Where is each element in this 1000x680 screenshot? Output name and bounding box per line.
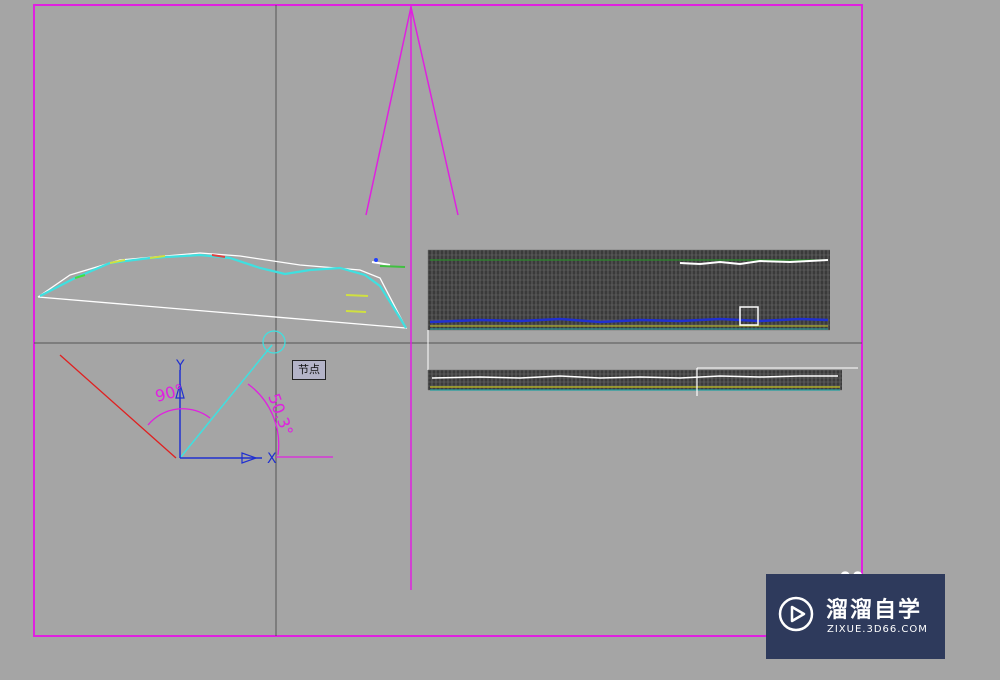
- cyan-rotation-line: [179, 344, 273, 459]
- grid-block-top: [427, 249, 830, 370]
- grid-block-bottom: [427, 367, 858, 396]
- cad-viewport[interactable]: Y X 90° 50.3° 节点 溜溜自学 ZIXUE.3D66.COM: [0, 0, 1000, 676]
- ucs-icon: Y X: [175, 358, 277, 467]
- magenta-slope-left: [365, 6, 412, 216]
- watermark-title: 溜溜自学: [826, 598, 923, 623]
- ucs-y-label: Y: [175, 358, 185, 374]
- profile-outline: [37, 252, 408, 329]
- rotation-handle-circle[interactable]: [262, 330, 286, 354]
- red-line: [59, 354, 177, 459]
- profile-curve: [39, 253, 407, 329]
- angle-arc-1: [147, 408, 211, 426]
- node-tooltip: 节点: [292, 360, 326, 380]
- ucs-x-label: X: [267, 451, 277, 467]
- watermark: 溜溜自学 ZIXUE.3D66.COM: [766, 574, 945, 659]
- small-annotations: [345, 258, 406, 313]
- play-icon: [778, 596, 814, 632]
- angle-label-2: 50.3°: [264, 391, 297, 438]
- magenta-slope-right: [410, 6, 459, 216]
- watermark-url: ZIXUE.3D66.COM: [827, 624, 928, 635]
